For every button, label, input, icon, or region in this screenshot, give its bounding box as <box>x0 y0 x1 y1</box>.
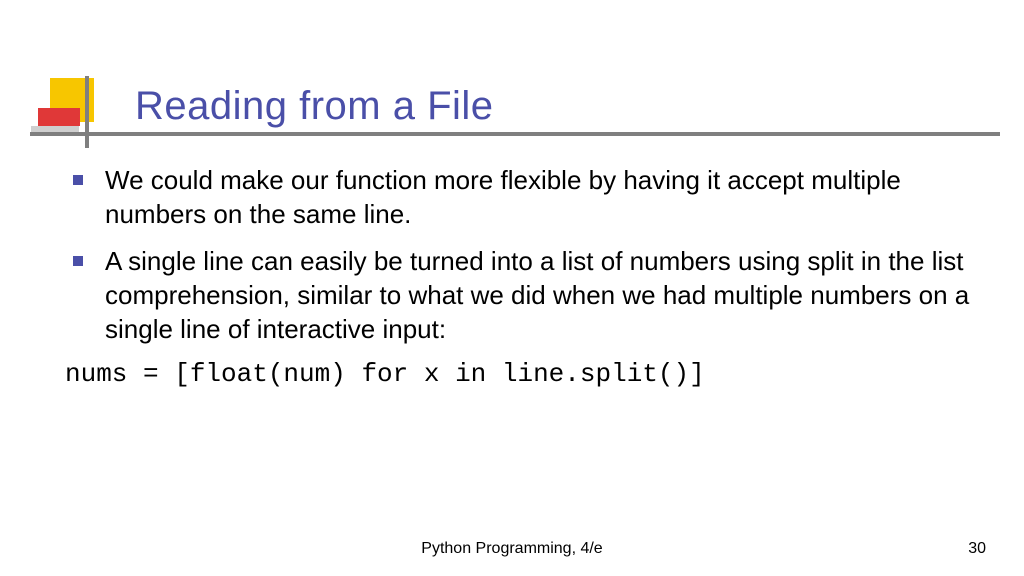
slide-title: Reading from a File <box>135 84 494 129</box>
slide-content: We could make our function more flexible… <box>65 163 975 389</box>
bullet-square-icon <box>73 256 83 266</box>
horizontal-divider <box>30 132 1000 136</box>
list-item: We could make our function more flexible… <box>65 163 975 232</box>
bullet-text: We could make our function more flexible… <box>105 163 975 232</box>
slide-header: Reading from a File <box>0 0 1024 145</box>
code-example: nums = [float(num) for x in line.split()… <box>65 359 975 389</box>
list-item: A single line can easily be turned into … <box>65 244 975 347</box>
vertical-divider <box>85 76 89 148</box>
bullet-square-icon <box>73 175 83 185</box>
footer-book-title: Python Programming, 4/e <box>0 540 1024 558</box>
bullet-text: A single line can easily be turned into … <box>105 244 975 347</box>
decoration-red-bar <box>38 108 80 126</box>
footer-page-number: 30 <box>968 540 986 558</box>
